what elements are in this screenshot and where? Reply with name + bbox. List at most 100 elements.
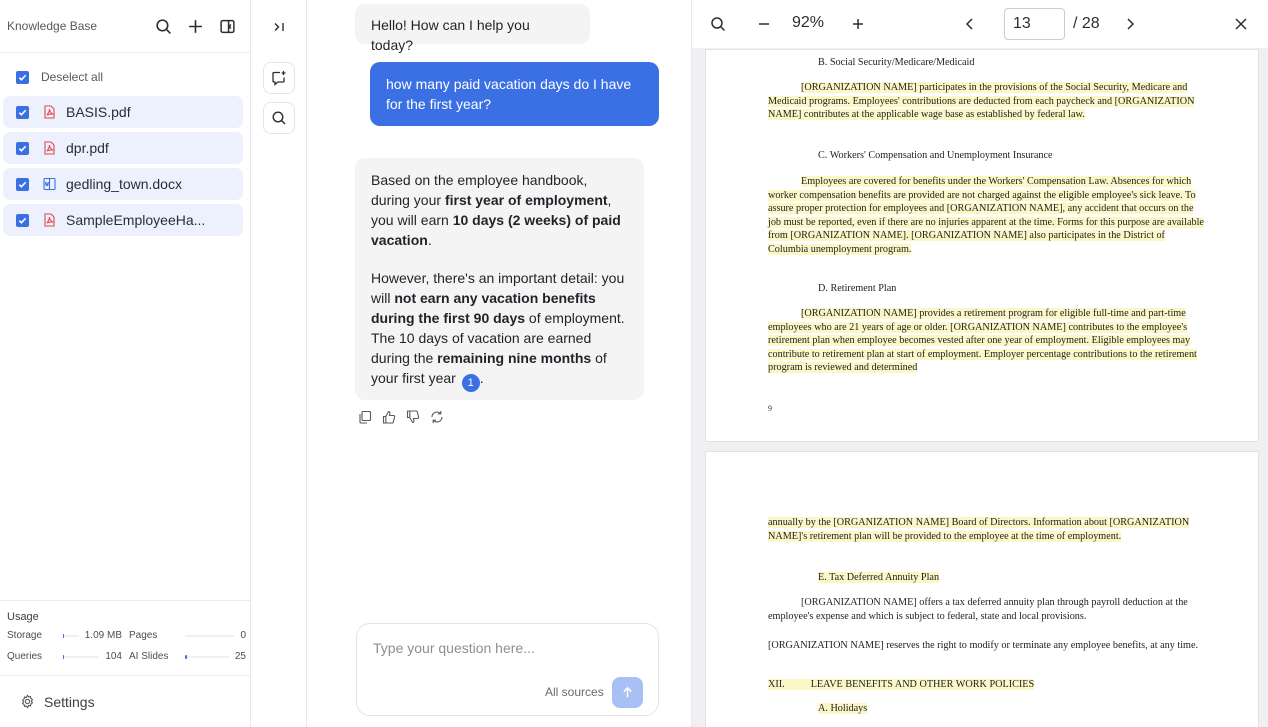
pdf-file-icon	[42, 141, 57, 156]
section-number: XII.	[768, 679, 785, 690]
document-paragraph: [ORGANIZATION NAME] offers a tax deferre…	[768, 597, 1188, 622]
previous-page-icon[interactable]	[958, 12, 982, 36]
zoom-out-icon[interactable]	[752, 12, 776, 36]
usage-bar-fill	[63, 654, 64, 659]
search-chats-button[interactable]	[263, 102, 295, 134]
new-chat-button[interactable]	[263, 62, 295, 94]
answer-paragraph-1: Based on the employee handbook, during y…	[371, 170, 628, 250]
all-sources-selector[interactable]: All sources	[545, 685, 604, 699]
usage-panel: Usage Storage 1.09 MB Pages 0 Queries 10…	[0, 600, 250, 663]
deselect-all-checkbox[interactable]	[16, 70, 29, 84]
greeting-text: Hello! How can I help you today?	[371, 17, 530, 53]
page-number-input[interactable]	[1004, 8, 1065, 40]
section-title-row: XII. LEAVE BENEFITS AND OTHER WORK POLICI…	[768, 678, 1204, 692]
usage-bar-fill	[185, 654, 188, 659]
add-icon[interactable]	[179, 10, 211, 42]
word-file-icon	[42, 177, 57, 192]
file-name: SampleEmployeeHa...	[66, 212, 206, 228]
usage-value: 1.09 MB	[84, 630, 122, 641]
zoom-level: 92%	[792, 14, 825, 31]
usage-value: 104	[105, 651, 122, 662]
new-chat-icon	[272, 71, 286, 86]
document-paragraph: [ORGANIZATION NAME] reserves the right t…	[768, 640, 1199, 651]
section-heading: C. Workers' Compensation and Unemploymen…	[818, 150, 1053, 161]
document-paragraph: [ORGANIZATION NAME] provides a retiremen…	[768, 307, 1204, 375]
document-paragraph: Employees are covered for benefits under…	[768, 175, 1204, 256]
chat-panel: Hello! How can I help you today? how man…	[307, 0, 692, 727]
answer-paragraph-2: However, there's an important detail: yo…	[371, 268, 628, 392]
usage-bar	[63, 654, 100, 659]
collapse-sidebar-icon[interactable]	[211, 10, 243, 42]
usage-label: Storage	[7, 630, 43, 641]
section-heading: A. Holidays	[818, 702, 1254, 716]
highlighted-text: E. Tax Deferred Annuity Plan	[818, 572, 940, 583]
file-name: dpr.pdf	[66, 140, 109, 156]
answer-bold: first year of employment	[444, 192, 608, 208]
citation-badge[interactable]: 1	[461, 374, 480, 392]
next-page-icon[interactable]	[1118, 12, 1142, 36]
pdf-file-icon	[42, 213, 57, 228]
question-input[interactable]	[373, 640, 643, 656]
file-item-gedling-town[interactable]: gedling_town.docx	[3, 168, 243, 200]
file-checkbox[interactable]	[16, 105, 29, 119]
message-actions	[357, 409, 445, 425]
usage-bar	[185, 634, 235, 637]
send-button[interactable]	[612, 677, 643, 708]
highlighted-text: [ORGANIZATION NAME] participates in the …	[768, 82, 1195, 120]
usage-bar	[63, 633, 79, 638]
document-paragraph: annually by the [ORGANIZATION NAME] Boar…	[768, 516, 1204, 543]
file-checkbox[interactable]	[16, 177, 29, 191]
deselect-all-label: Deselect all	[41, 70, 104, 84]
close-icon[interactable]	[1229, 12, 1253, 36]
assistant-greeting-bubble: Hello! How can I help you today?	[355, 4, 590, 53]
section-heading: B. Social Security/Medicare/Medicaid	[818, 57, 975, 68]
usage-title: Usage	[7, 611, 39, 623]
expand-panel-icon	[274, 22, 284, 31]
thumbs-up-icon[interactable]	[381, 409, 397, 425]
usage-label: AI Slides	[129, 651, 169, 662]
highlighted-text: A. Holidays	[818, 703, 868, 714]
deselect-all-toggle[interactable]: Deselect all	[0, 62, 250, 92]
file-item-basis[interactable]: BASIS.pdf	[3, 96, 243, 128]
file-checkbox[interactable]	[16, 141, 29, 155]
assistant-answer-bubble: Based on the employee handbook, during y…	[355, 158, 644, 400]
usage-ai-slides: AI Slides 25	[129, 650, 246, 663]
file-list: BASIS.pdf dpr.pdf gedling_town.docx Samp…	[0, 96, 250, 236]
arrow-up-icon	[623, 686, 632, 698]
page-number: 9	[768, 404, 772, 413]
answer-text: .	[479, 370, 484, 386]
search-icon[interactable]	[706, 12, 730, 36]
file-item-dpr[interactable]: dpr.pdf	[3, 132, 243, 164]
section-title: LEAVE BENEFITS AND OTHER WORK POLICIES	[810, 679, 1035, 690]
section-heading: E. Tax Deferred Annuity Plan	[818, 571, 1254, 585]
viewer-toolbar: 92% / 28	[692, 0, 1268, 48]
highlighted-text: XII. LEAVE BENEFITS AND OTHER WORK POLICI…	[768, 679, 1035, 690]
answer-bold: remaining nine months	[437, 350, 592, 366]
document-paragraph: [ORGANIZATION NAME] participates in the …	[768, 81, 1204, 122]
search-icon[interactable]	[147, 10, 179, 42]
pdf-file-icon	[42, 105, 57, 120]
search-icon	[272, 111, 286, 125]
expand-panel-button[interactable]	[251, 0, 306, 53]
copy-icon[interactable]	[357, 409, 373, 425]
file-checkbox[interactable]	[16, 213, 29, 227]
thumbs-down-icon[interactable]	[405, 409, 421, 425]
settings-button[interactable]: Settings	[0, 675, 250, 727]
sidebar-title: Knowledge Base	[7, 19, 98, 33]
document-page: B. Social Security/Medicare/Medicaid [OR…	[705, 49, 1259, 442]
user-message-bubble: how many paid vacation days do I have fo…	[370, 62, 659, 126]
chat-composer: All sources	[356, 623, 659, 716]
zoom-in-icon[interactable]	[846, 12, 870, 36]
sidebar-header: Knowledge Base	[0, 0, 250, 53]
usage-value: 0	[240, 630, 246, 641]
file-name: gedling_town.docx	[66, 176, 182, 192]
usage-storage: Storage 1.09 MB	[7, 629, 122, 642]
usage-pages: Pages 0	[129, 629, 246, 642]
file-item-sample-employee-handbook[interactable]: SampleEmployeeHa...	[3, 204, 243, 236]
document-page: annually by the [ORGANIZATION NAME] Boar…	[705, 451, 1259, 727]
regenerate-icon[interactable]	[429, 409, 445, 425]
usage-label: Pages	[129, 630, 158, 641]
section-heading: D. Retirement Plan	[818, 283, 897, 294]
page-total: / 28	[1073, 15, 1100, 32]
usage-label: Queries	[7, 651, 43, 662]
